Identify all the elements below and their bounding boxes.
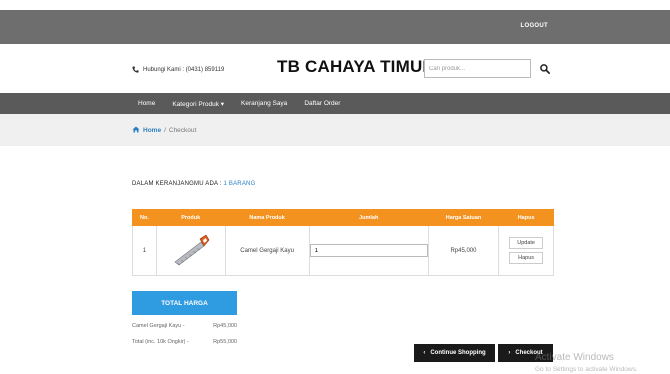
column-header: Harga Satuan: [427, 209, 500, 226]
total-line-value: Rp55,000: [213, 339, 237, 345]
phone-icon: [132, 66, 139, 73]
actions-cell: Update Hapus: [498, 225, 554, 276]
total-line: Total (inc. 10k Ongkir) - Rp55,000: [132, 339, 237, 345]
row-number: 1: [132, 225, 157, 276]
cart-summary: DALAM KERANJANGMU ADA : 1 BARANG: [132, 181, 255, 187]
site-title: TB CAHAYA TIMUR: [277, 57, 435, 76]
update-button[interactable]: Update: [509, 237, 544, 249]
total-header: TOTAL HARGA: [132, 291, 237, 315]
chevron-right-icon: ›: [508, 350, 511, 356]
continue-shopping-label: Continue Shopping: [430, 350, 486, 356]
column-header: Jumlah: [308, 209, 429, 226]
breadcrumb-current: Checkout: [168, 127, 197, 134]
total-line: Camel Gergaji Kayu - Rp45,000: [132, 323, 237, 329]
cart-summary-label: DALAM KERANJANGMU ADA :: [132, 181, 222, 187]
total-line-label: Camel Gergaji Kayu -: [132, 323, 185, 329]
delete-button[interactable]: Hapus: [509, 252, 544, 264]
column-header: No.: [132, 209, 157, 226]
cart-table-header: No. Produk Nama Produk Jumlah Harga Satu…: [132, 209, 554, 226]
breadcrumb-band: Home / Checkout: [0, 114, 670, 146]
unit-price: Rp45,000: [427, 225, 500, 276]
nav-daftar-order[interactable]: Daftar Order: [304, 100, 340, 107]
cart-table: No. Produk Nama Produk Jumlah Harga Satu…: [132, 209, 554, 276]
home-icon[interactable]: [132, 126, 140, 135]
chevron-down-icon: ▾: [218, 100, 225, 108]
nav-kategori-label: Kategori Produk: [172, 100, 219, 108]
quantity-input[interactable]: [309, 244, 428, 257]
product-name: Camel Gergaji Kayu: [224, 225, 310, 276]
table-row: 1 Camel Gergaji Kayu Rp45,000 Update Hap…: [132, 225, 554, 276]
column-header: Produk: [155, 209, 226, 226]
breadcrumb-separator: /: [164, 127, 166, 134]
column-header: Nama Produk: [224, 209, 310, 226]
breadcrumb-home[interactable]: Home: [143, 127, 161, 134]
main-nav: Home Kategori Produk ▾ Keranjang Saya Da…: [0, 93, 670, 114]
breadcrumb: Home / Checkout: [132, 126, 196, 135]
cart-item-count: 1 BARANG: [223, 181, 256, 187]
nav-keranjang-saya[interactable]: Keranjang Saya: [241, 100, 287, 107]
continue-shopping-button[interactable]: ‹ Continue Shopping: [414, 344, 495, 362]
nav-home[interactable]: Home: [138, 100, 155, 107]
top-bar: LOGOUT: [0, 10, 670, 44]
quantity-cell: [308, 225, 429, 276]
product-image: [155, 225, 226, 276]
chevron-left-icon: ‹: [423, 350, 426, 356]
total-line-label: Total (inc. 10k Ongkir) -: [132, 339, 189, 345]
contact-info: Hubungi Kami : (0431) 859119: [132, 66, 224, 73]
saw-icon: [174, 234, 210, 265]
nav-kategori-produk[interactable]: Kategori Produk ▾: [172, 100, 224, 108]
logout-link[interactable]: LOGOUT: [521, 23, 548, 29]
column-header: Hapus: [498, 209, 554, 226]
search-input[interactable]: [424, 59, 531, 78]
total-line-value: Rp45,000: [213, 323, 237, 329]
search-icon[interactable]: [539, 62, 551, 74]
contact-text: Hubungi Kami : (0431) 859119: [143, 66, 225, 73]
activation-watermark-title: Activate Windows: [535, 352, 614, 363]
activation-watermark-hint: Go to Settings to activate Windows.: [535, 366, 638, 373]
